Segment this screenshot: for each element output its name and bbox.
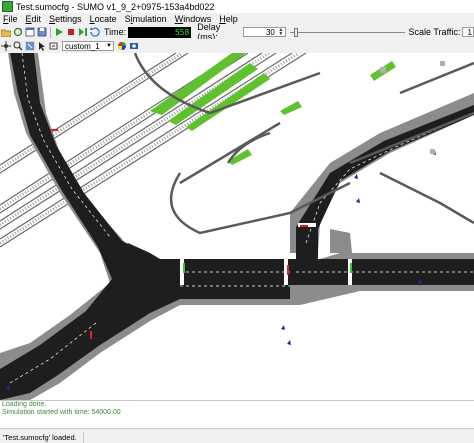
network-drawing [0, 53, 474, 400]
message-line: Loading done. [2, 401, 47, 408]
chevron-down-icon: ▼ [106, 43, 112, 49]
simulation-toolbar: Time: 558 Delay (ms): 30 ▲ ▼ Scale Traffi… [0, 22, 474, 42]
menu-edit[interactable]: Edit [22, 13, 46, 25]
time-display: 558 [128, 26, 192, 38]
delay-value: 30 [265, 28, 275, 37]
locate-icon[interactable] [25, 41, 35, 51]
select-icon[interactable] [37, 41, 47, 51]
road-network [0, 53, 474, 400]
stop-icon[interactable] [66, 27, 76, 37]
spinner-arrows-icon[interactable]: ▲ ▼ [277, 28, 285, 37]
sumo-app-icon [2, 1, 13, 12]
color-scheme-value: custom_1 [65, 42, 100, 51]
menu-file[interactable]: File [0, 13, 22, 25]
menu-locate[interactable]: Locate [86, 13, 121, 25]
view-toolbar: custom_1 ▼ [0, 39, 474, 53]
message-line: Simulation started with time: 54000.00 [2, 409, 121, 416]
new-window-icon[interactable] [25, 27, 35, 37]
color-wheel-icon[interactable] [117, 41, 127, 51]
menu-simulation[interactable]: Simulation [121, 13, 171, 25]
save-icon[interactable] [37, 27, 47, 37]
toolbar-separator [50, 26, 51, 38]
color-scheme-select[interactable]: custom_1 ▼ [62, 41, 114, 51]
scale-traffic-label: Scale Traffic: [408, 27, 461, 37]
reload-icon[interactable] [13, 27, 23, 37]
zoom-icon[interactable] [13, 41, 23, 51]
open-folder-icon[interactable] [1, 27, 11, 37]
network-view-canvas[interactable] [0, 53, 474, 400]
status-bar: 'Test.sumocfg' loaded. [0, 428, 474, 443]
slider-thumb[interactable] [293, 27, 298, 37]
reload-simulation-icon[interactable] [89, 27, 100, 37]
step-icon[interactable] [78, 27, 88, 37]
scale-traffic-value: 1 [467, 28, 472, 37]
taxiways [133, 53, 474, 235]
delay-slider[interactable] [289, 27, 405, 38]
run-play-icon[interactable] [54, 27, 64, 37]
recenter-icon[interactable] [1, 41, 11, 51]
menu-settings[interactable]: Settings [45, 13, 86, 25]
slider-track [289, 31, 405, 33]
time-label: Time: [103, 27, 127, 37]
title-bar: Test.sumocfg - SUMO v1_9_2+0975-153a4bd0… [0, 0, 474, 14]
window-title: Test.sumocfg - SUMO v1_9_2+0975-153a4bd0… [16, 1, 215, 12]
status-text: 'Test.sumocfg' loaded. [0, 432, 84, 443]
message-window[interactable]: Loading done. Simulation started with ti… [0, 400, 474, 429]
delay-spinner[interactable]: 30 ▲ ▼ [243, 27, 286, 37]
scale-traffic-spinner[interactable]: 1 [462, 27, 474, 37]
screenshot-icon[interactable] [129, 41, 139, 51]
zoom-window-icon[interactable] [49, 41, 59, 51]
